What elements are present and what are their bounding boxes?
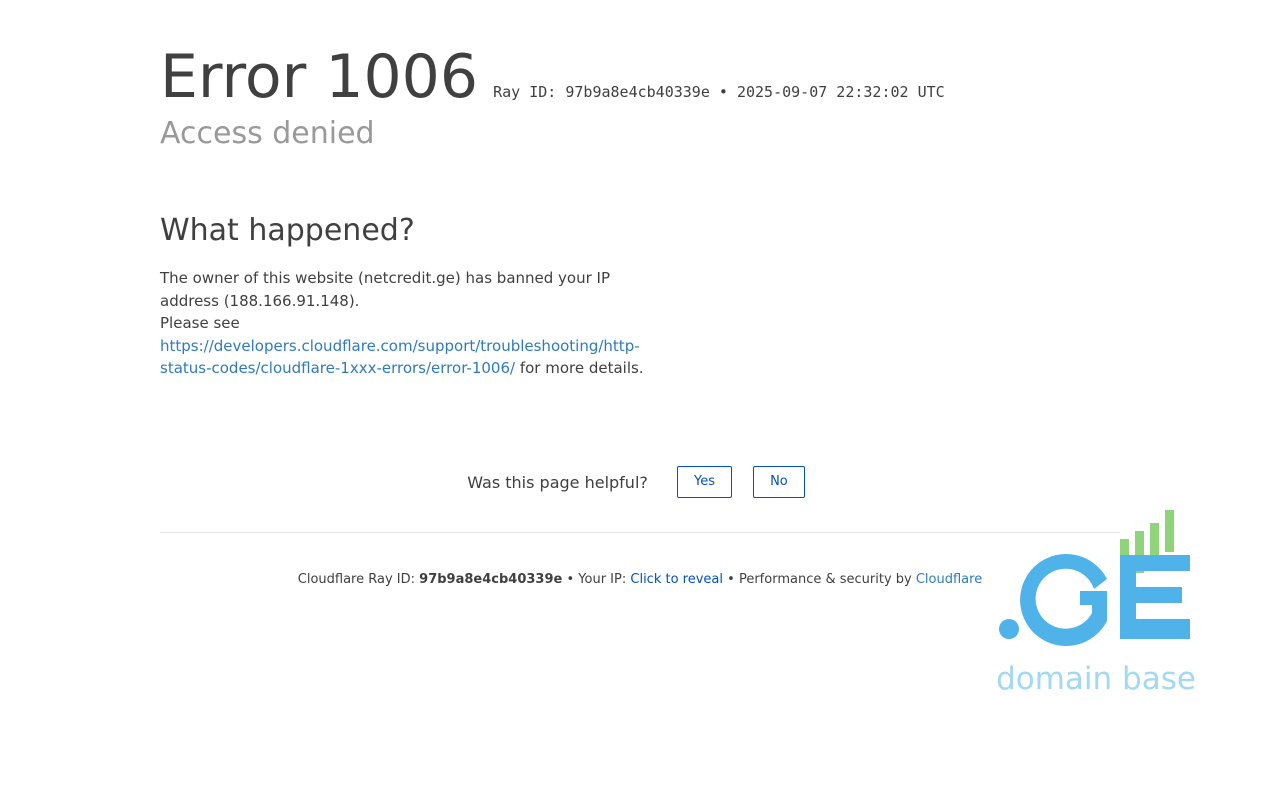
reveal-ip-button[interactable]: Click to reveal bbox=[630, 572, 723, 587]
cloudflare-link[interactable]: Cloudflare bbox=[916, 572, 982, 587]
footer-separator: • bbox=[727, 572, 735, 587]
explanation-text: The owner of this website (netcredit.ge)… bbox=[160, 267, 650, 380]
ge-brand-mark bbox=[999, 554, 1190, 646]
ray-id-meta: Ray ID: 97b9a8e4cb40339e • 2025-09-07 22… bbox=[493, 83, 945, 101]
logo-tagline: domain base bbox=[996, 661, 1196, 697]
footer-perf-label: Performance & security by bbox=[738, 572, 912, 587]
no-button[interactable]: No bbox=[753, 466, 805, 498]
footer-separator: • bbox=[566, 572, 575, 587]
error-title: Error 1006 bbox=[160, 42, 479, 112]
error-page: Error 1006 Ray ID: 97b9a8e4cb40339e • 20… bbox=[0, 0, 1280, 800]
section-title: What happened? bbox=[160, 213, 415, 248]
more-details-text: for more details. bbox=[519, 359, 644, 377]
feedback-bar: Was this page helpful? Yes No bbox=[160, 466, 1120, 498]
footer-ip-label: Your IP: bbox=[578, 572, 627, 587]
page-header: Error 1006 Ray ID: 97b9a8e4cb40339e • 20… bbox=[160, 42, 945, 112]
footer: Cloudflare Ray ID: 97b9a8e4cb40339e • Yo… bbox=[160, 572, 1120, 587]
ge-domain-base-logo: domain base bbox=[996, 510, 1196, 697]
footer-ray-id: 97b9a8e4cb40339e bbox=[419, 572, 563, 587]
footer-divider bbox=[160, 532, 1120, 533]
footer-ray-label: Cloudflare Ray ID: bbox=[297, 572, 416, 587]
feedback-question: Was this page helpful? bbox=[467, 472, 648, 492]
ray-id-label: Ray ID: 97b9a8e4cb40339e • bbox=[493, 83, 728, 101]
yes-button[interactable]: Yes bbox=[676, 466, 732, 498]
page-subtitle: Access denied bbox=[160, 116, 375, 151]
please-see-text: Please see bbox=[160, 314, 240, 332]
ban-message: The owner of this website (netcredit.ge)… bbox=[160, 269, 611, 310]
timestamp: 2025-09-07 22:32:02 UTC bbox=[736, 83, 945, 101]
